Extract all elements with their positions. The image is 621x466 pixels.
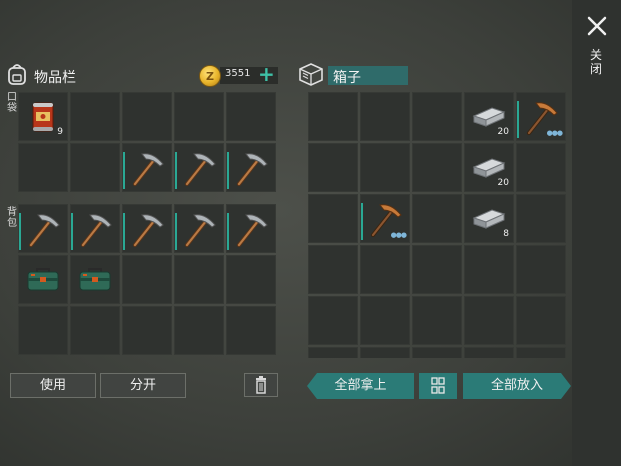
pocket-grid: 9	[18, 92, 276, 192]
coin-count: 3551	[225, 68, 251, 79]
box-slot[interactable]	[516, 143, 566, 192]
backpack-slot[interactable]	[174, 204, 224, 253]
box-slot[interactable]	[412, 194, 462, 243]
box-slot[interactable]	[516, 245, 566, 294]
close-icon[interactable]	[586, 14, 608, 38]
backpack-slot[interactable]	[18, 255, 68, 304]
box-slot[interactable]	[412, 143, 462, 192]
pocket-slot[interactable]	[18, 143, 68, 192]
toolbox-icon	[27, 267, 59, 290]
item-count: 8	[503, 229, 509, 239]
pickaxe-icon	[185, 152, 216, 186]
box-slot[interactable]	[360, 245, 410, 294]
backpack-slot[interactable]	[226, 204, 276, 253]
box-slot[interactable]	[308, 245, 358, 294]
backpack-slot[interactable]	[122, 204, 172, 253]
box-slot[interactable]	[412, 296, 462, 345]
box-slot[interactable]	[308, 92, 358, 141]
backpack-slot[interactable]	[174, 255, 224, 304]
pickaxe-icon	[237, 152, 268, 186]
box-slot[interactable]: 20	[464, 92, 514, 141]
backpack-icon	[8, 64, 26, 85]
backpack-slot[interactable]	[18, 306, 68, 355]
box-slot[interactable]	[412, 245, 462, 294]
box-slot[interactable]	[464, 296, 514, 345]
box-slot[interactable]	[308, 194, 358, 243]
backpack-slot[interactable]	[226, 306, 276, 355]
box-slot[interactable]	[412, 347, 462, 358]
pocket-slot[interactable]: 9	[18, 92, 68, 141]
pocket-slot[interactable]	[226, 92, 276, 141]
box-slot[interactable]	[516, 347, 566, 358]
box-slot[interactable]	[308, 347, 358, 358]
pocket-slot[interactable]	[122, 143, 172, 192]
box-slot[interactable]	[516, 194, 566, 243]
pickaxe-icon	[185, 213, 216, 247]
pocket-slot[interactable]	[174, 143, 224, 192]
add-coins-button[interactable]: +	[258, 64, 275, 84]
box-title: 箱子	[333, 70, 361, 86]
box-slot[interactable]	[360, 347, 410, 358]
backpack-slot[interactable]	[70, 204, 120, 253]
box-icon	[299, 63, 323, 86]
box-slot[interactable]	[308, 143, 358, 192]
grid-icon	[431, 377, 445, 394]
pickaxe-icon	[81, 213, 112, 247]
box-slot[interactable]	[412, 92, 462, 141]
canned-food-icon	[32, 102, 54, 131]
pickaxe-icon	[133, 152, 164, 186]
backpack-slot[interactable]	[122, 255, 172, 304]
backpack-slot[interactable]	[122, 306, 172, 355]
pocket-slot[interactable]	[70, 143, 120, 192]
item-count: 20	[497, 178, 509, 188]
sort-button[interactable]	[419, 373, 457, 399]
box-slot[interactable]	[464, 245, 514, 294]
trash-icon	[256, 376, 266, 394]
box-slot[interactable]: ●●●	[360, 194, 410, 243]
put-all-button[interactable]: 全部放入	[463, 373, 571, 399]
backpack-slot[interactable]	[226, 255, 276, 304]
backpack-slot[interactable]	[70, 255, 120, 304]
quality-dots: ●●●	[390, 231, 407, 239]
backpack-slot[interactable]	[70, 306, 120, 355]
inventory-title: 物品栏	[34, 70, 76, 86]
pocket-slot[interactable]	[70, 92, 120, 141]
item-count: 20	[497, 127, 509, 137]
box-grid: 20 ●●● 20 ●●● 8	[308, 92, 566, 358]
pocket-slot[interactable]	[174, 92, 224, 141]
pocket-slot[interactable]	[122, 92, 172, 141]
box-slot[interactable]: 20	[464, 143, 514, 192]
box-slot[interactable]: ●●●	[516, 92, 566, 141]
coin-icon: Z	[199, 65, 221, 87]
pickaxe-icon	[133, 213, 164, 247]
quality-dots: ●●●	[546, 129, 563, 137]
pickaxe-icon	[237, 213, 268, 247]
backpack-slot[interactable]	[174, 306, 224, 355]
close-label[interactable]: 关闭	[590, 48, 604, 76]
pickaxe-icon	[29, 213, 60, 247]
backpack-grid	[18, 204, 276, 355]
box-slot[interactable]: 8	[464, 194, 514, 243]
pocket-slot[interactable]	[226, 143, 276, 192]
take-all-button[interactable]: 全部拿上	[307, 373, 414, 399]
box-slot[interactable]	[360, 92, 410, 141]
use-button[interactable]: 使用	[10, 373, 96, 398]
box-slot[interactable]	[308, 296, 358, 345]
box-slot[interactable]	[360, 296, 410, 345]
trash-button[interactable]	[244, 373, 278, 397]
item-count: 9	[57, 127, 63, 137]
box-slot[interactable]	[516, 296, 566, 345]
box-slot[interactable]	[360, 143, 410, 192]
split-button[interactable]: 分开	[100, 373, 186, 398]
toolbox-icon	[79, 267, 111, 290]
backpack-slot[interactable]	[18, 204, 68, 253]
box-slot[interactable]	[464, 347, 514, 358]
